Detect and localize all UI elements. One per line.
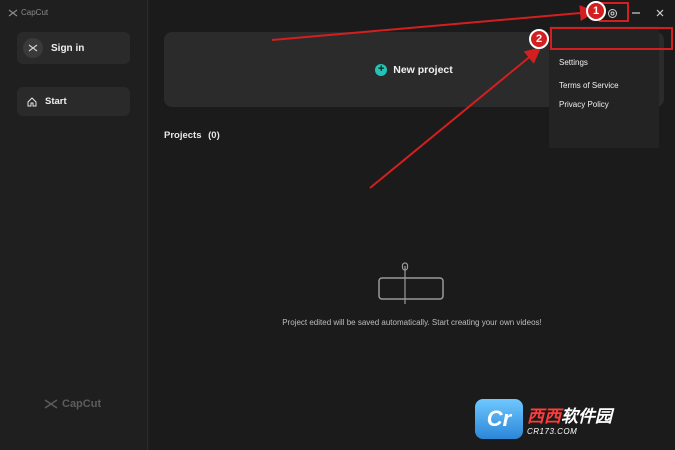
sign-in-button[interactable]: Sign in xyxy=(17,32,130,64)
empty-projects-icon xyxy=(378,262,444,304)
watermark: Cr 西西软件园 CR173.COM xyxy=(475,398,660,440)
minimize-button[interactable] xyxy=(627,4,645,22)
annotation-badge-2: 2 xyxy=(529,29,549,49)
watermark-brand: 西西软件园 xyxy=(527,402,612,427)
watermark-brand-rest: 软件园 xyxy=(561,407,612,426)
capcut-footer-logo-icon xyxy=(44,399,58,409)
menu-item-terms-of-service[interactable]: Terms of Service xyxy=(559,81,619,90)
empty-projects-message: Project edited will be saved automatical… xyxy=(282,318,542,327)
footer-logo-text: CapCut xyxy=(62,398,102,410)
watermark-logo: Cr xyxy=(475,399,523,439)
watermark-site: CR173.COM xyxy=(527,427,578,436)
app-title-text: CapCut xyxy=(21,8,49,17)
annotation-badge-1: 1 xyxy=(586,1,606,21)
new-project-label: New project xyxy=(393,63,453,76)
watermark-brand-highlight: 西西 xyxy=(527,407,561,426)
projects-label: Projects xyxy=(164,130,202,141)
annotation-highlight-settings xyxy=(550,27,673,50)
sidebar: CapCut Sign in Start CapCut xyxy=(0,0,148,450)
sign-in-label: Sign in xyxy=(51,42,85,54)
menu-item-settings[interactable]: Settings xyxy=(559,58,588,67)
capcut-logo-icon xyxy=(8,9,18,16)
home-icon xyxy=(27,96,37,106)
minimize-icon xyxy=(632,12,640,14)
close-icon xyxy=(656,9,664,17)
avatar xyxy=(23,38,43,58)
watermark-text: 西西软件园 CR173.COM xyxy=(527,402,612,436)
menu-item-privacy-policy[interactable]: Privacy Policy xyxy=(559,100,609,109)
footer-logo: CapCut xyxy=(44,398,101,410)
plus-icon: + xyxy=(375,63,388,76)
close-button[interactable] xyxy=(651,4,669,22)
sidebar-item-start-label: Start xyxy=(45,96,67,107)
projects-count: (0) xyxy=(208,130,220,141)
app-title: CapCut xyxy=(8,8,48,17)
capcut-avatar-icon xyxy=(28,44,38,52)
sidebar-item-start[interactable]: Start xyxy=(17,87,130,116)
projects-heading: Projects (0) xyxy=(164,130,220,141)
